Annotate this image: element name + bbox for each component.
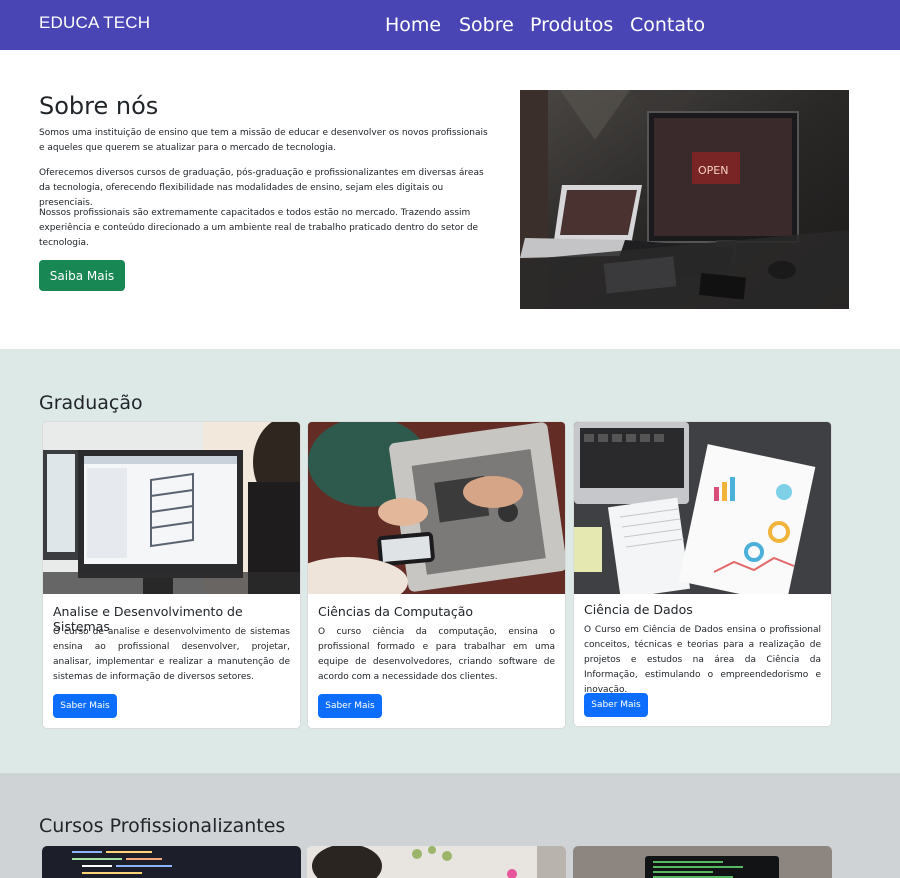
card-text: O curso ciência da computação, ensina o … [318, 627, 555, 682]
saber-mais-button[interactable]: Saber Mais [584, 693, 648, 717]
nav-link-produtos[interactable]: Produtos [530, 14, 613, 36]
card-image-data-charts [574, 422, 831, 594]
course-card-design [307, 846, 566, 878]
about-title: Sobre nós [39, 92, 159, 120]
profissionalizantes-title: Cursos Profissionalizantes [39, 815, 286, 837]
nav-link-sobre[interactable]: Sobre [459, 14, 514, 36]
card-title: Ciências da Computação [318, 604, 474, 619]
course-card-ads: Analise e Desenvolvimento de Sistemas O … [42, 421, 301, 729]
graduacao-section: Graduação Analise e Desenvolvimento de S… [0, 349, 900, 773]
saber-mais-button[interactable]: Saber Mais [53, 694, 117, 718]
brand-logo[interactable]: EDUCA TECH [39, 13, 150, 33]
card-image-desk-plants [307, 846, 566, 878]
course-card-dados: Ciência de Dados O Curso em Ciência de D… [573, 421, 832, 727]
profissionalizantes-section: Cursos Profissionalizantes [0, 773, 900, 878]
about-paragraph: Nossos profissionais são extremamente ca… [39, 208, 479, 248]
card-image-computer-repair [308, 422, 565, 594]
saiba-mais-button[interactable]: Saiba Mais [39, 260, 125, 291]
course-card-terminal [573, 846, 832, 878]
svg-text:OPEN: OPEN [698, 164, 728, 177]
card-image-code-editor [42, 846, 301, 878]
card-image-terminal-laptop [573, 846, 832, 878]
hero-image-laptop-desk: OPEN [520, 90, 849, 309]
about-paragraph: Oferecemos diversos cursos de graduação,… [39, 168, 484, 208]
course-card-computacao: Ciências da Computação O curso ciência d… [307, 421, 566, 729]
nav-link-contato[interactable]: Contato [630, 14, 705, 36]
saber-mais-button[interactable]: Saber Mais [318, 694, 382, 718]
card-text: O curso de analise e desenvolvimento de … [53, 627, 290, 682]
graduacao-title: Graduação [39, 392, 143, 414]
navbar: EDUCA TECH Home Sobre Produtos Contato [0, 0, 900, 50]
about-paragraph: Somos uma instituição de ensino que tem … [39, 128, 488, 153]
card-title: Ciência de Dados [584, 602, 693, 617]
course-card-code [42, 846, 301, 878]
nav-link-home[interactable]: Home [385, 14, 441, 36]
card-image-cad-monitor [43, 422, 300, 594]
card-text: O Curso em Ciência de Dados ensina o pro… [584, 625, 821, 695]
